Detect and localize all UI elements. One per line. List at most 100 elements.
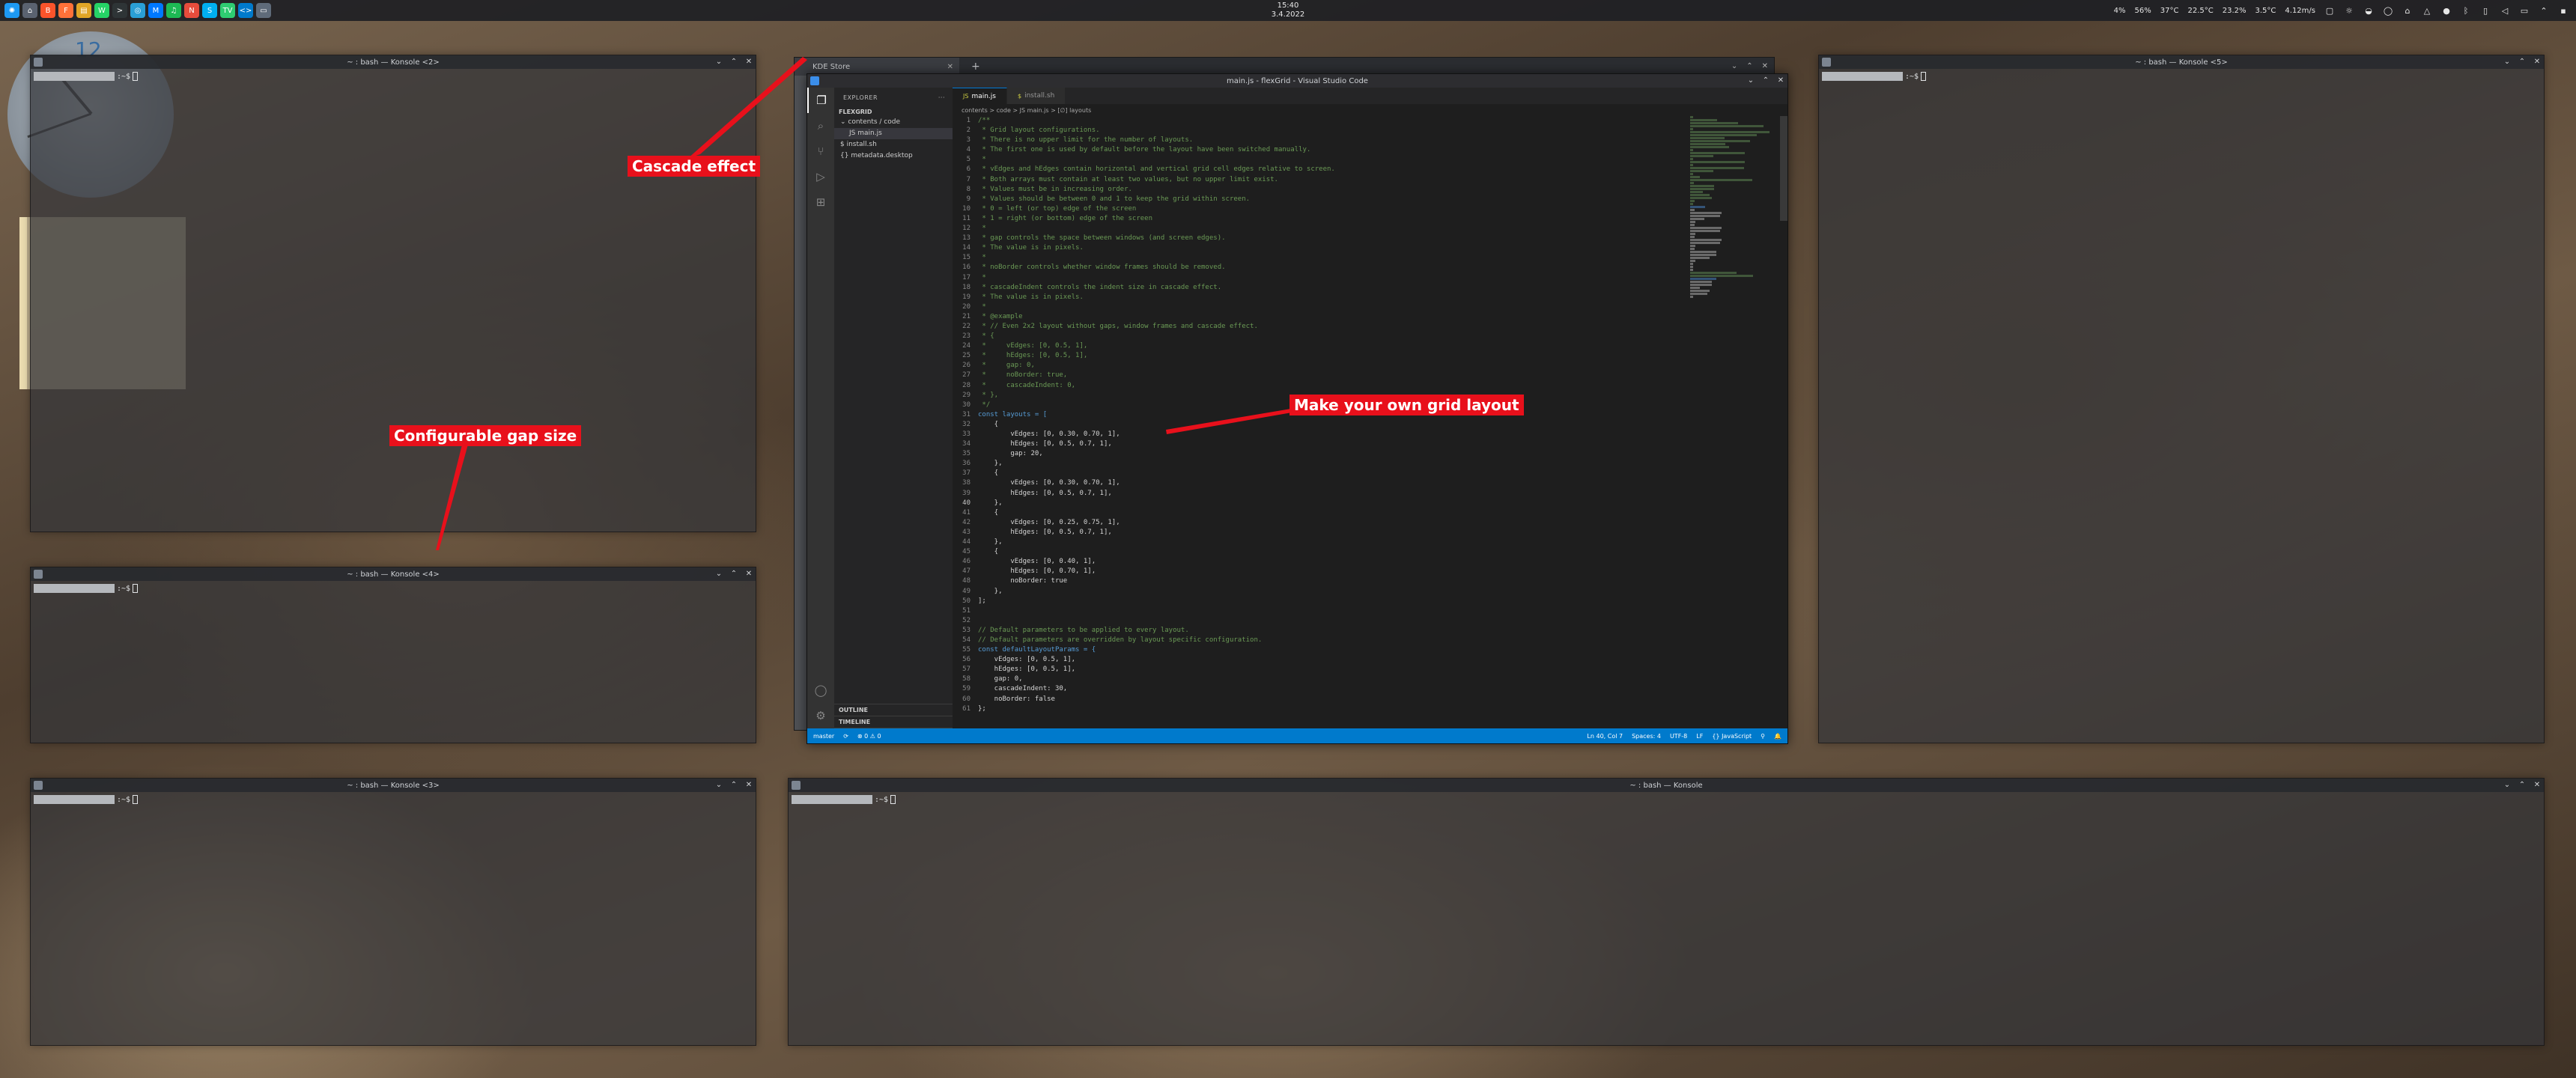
search-icon[interactable]: ⌕ [807, 113, 834, 138]
cpu-usage[interactable]: 4% [2114, 7, 2126, 15]
file-tree-item[interactable]: JS main.js [834, 128, 953, 139]
code-line[interactable]: 45 { [953, 547, 1690, 557]
status-item[interactable]: master [813, 733, 834, 740]
close-icon[interactable]: ✕ [2533, 58, 2541, 66]
code-line[interactable]: 57 hEdges: [0, 0.5, 1], [953, 665, 1690, 674]
titlebar[interactable]: ~ : bash — Konsole <4> ⌄ ⌃ ✕ [31, 567, 756, 581]
account-icon[interactable]: ◯ [807, 677, 834, 703]
code-line[interactable]: 58 gap: 0, [953, 674, 1690, 684]
code-line[interactable]: 10 * 0 = left (or top) edge of the scree… [953, 204, 1690, 214]
bulb-icon[interactable]: ◒ [2363, 5, 2374, 16]
code-line[interactable]: 44 }, [953, 538, 1690, 547]
window-task-icon[interactable]: ▭ [256, 3, 271, 18]
code-line[interactable]: 2 * Grid layout configurations. [953, 126, 1690, 135]
konsole-window-2[interactable]: ~ : bash — Konsole <2> ⌄ ⌃ ✕ :~$ [30, 55, 756, 532]
titlebar[interactable]: main.js - flexGrid - Visual Studio Code … [807, 74, 1787, 88]
tv-icon[interactable]: TV [220, 3, 235, 18]
code-line[interactable]: 3 * There is no upper limit for the numb… [953, 135, 1690, 145]
code-line[interactable]: 49 }, [953, 587, 1690, 597]
titlebar[interactable]: ~ : bash — Konsole <3> ⌄ ⌃ ✕ [31, 779, 756, 792]
code-line[interactable]: 56 vEdges: [0, 0.5, 1], [953, 655, 1690, 665]
bluetooth-icon[interactable]: ᛒ [2461, 5, 2471, 16]
minimize-icon[interactable]: ⌄ [2503, 782, 2511, 789]
editor-scrollbar[interactable] [1780, 116, 1787, 221]
close-icon[interactable]: ✕ [1777, 77, 1784, 85]
code-line[interactable]: 61}; [953, 704, 1690, 714]
maximize-icon[interactable]: ⌃ [730, 58, 738, 66]
code-line[interactable]: 40 }, [953, 499, 1690, 508]
code-line[interactable]: 18 * cascadeIndent controls the indent s… [953, 283, 1690, 293]
code-line[interactable]: 59 cascadeIndent: 30, [953, 684, 1690, 694]
extensions-icon[interactable]: ⊞ [807, 189, 834, 215]
code-line[interactable]: 55 const defaultLayoutParams = { [953, 645, 1690, 655]
vscode-icon[interactable] [810, 76, 819, 85]
code-line[interactable]: 36 }, [953, 459, 1690, 469]
new-tab-icon[interactable]: + [971, 61, 980, 73]
bell-icon[interactable]: △ [2422, 5, 2432, 16]
code-line[interactable]: 6 * vEdges and hEdges contain horizontal… [953, 165, 1690, 174]
terminal-icon[interactable]: > [112, 3, 127, 18]
desktop-icon[interactable]: ▪ [2558, 5, 2569, 16]
code-line[interactable]: 48 noBorder: true [953, 576, 1690, 586]
close-icon[interactable]: ✕ [1762, 62, 1768, 70]
code-line[interactable]: 4 * The first one is used by default bef… [953, 145, 1690, 155]
code-line[interactable]: 25 * hEdges: [0, 0.5, 1], [953, 351, 1690, 361]
code-line[interactable]: 12 * [953, 224, 1690, 234]
minimize-icon[interactable]: ⌄ [715, 782, 723, 789]
run-debug-icon[interactable]: ▷ [807, 164, 834, 189]
code-line[interactable]: 15 * [953, 253, 1690, 263]
code-line[interactable]: 54 // Default parameters are overridden b… [953, 636, 1690, 645]
code-line[interactable]: 17 * [953, 273, 1690, 283]
network-icon[interactable]: ⌂ [2402, 5, 2413, 16]
titlebar[interactable]: ~ : bash — Konsole <5> ⌄ ⌃ ✕ [1819, 55, 2544, 69]
terminal-body[interactable]: :~$ [1819, 69, 2544, 743]
display-icon[interactable]: ▭ [2519, 5, 2530, 16]
terminal-body[interactable]: :~$ [31, 581, 756, 743]
close-icon[interactable]: ✕ [2533, 782, 2541, 789]
maximize-icon[interactable]: ⌃ [2518, 782, 2526, 789]
code-line[interactable]: 22 * // Even 2x2 layout without gaps, wi… [953, 322, 1690, 332]
folder-heading[interactable]: FLEXGRID [834, 107, 953, 117]
status-item[interactable]: {} JavaScript [1712, 733, 1752, 740]
close-icon[interactable]: ✕ [745, 58, 753, 66]
code-line[interactable]: 1 /** [953, 116, 1690, 126]
code-line[interactable]: 24 * vEdges: [0, 0.5, 1], [953, 341, 1690, 351]
code-line[interactable]: 35 gap: 20, [953, 449, 1690, 459]
outdoor-temp[interactable]: 3.5°C [2255, 7, 2276, 15]
files-icon[interactable]: ❐ [807, 88, 834, 113]
maximize-icon[interactable]: ⌃ [2518, 58, 2526, 66]
code-line[interactable]: 13 * gap controls the space between wind… [953, 234, 1690, 243]
minimize-icon[interactable]: ⌄ [1731, 62, 1737, 70]
maximize-icon[interactable]: ⌃ [1762, 77, 1770, 85]
terminal-body[interactable]: :~$ [31, 69, 756, 532]
file-tree-item[interactable]: $ install.sh [834, 139, 953, 150]
konsole-window-main[interactable]: ~ : bash — Konsole ⌄ ⌃ ✕ :~$ [788, 778, 2545, 1046]
timeline-section[interactable]: TIMELINE [834, 716, 953, 728]
terminal-body[interactable]: :~$ [789, 792, 2544, 1045]
code-line[interactable]: 50]; [953, 597, 1690, 606]
more-actions-icon[interactable]: ··· [938, 94, 945, 107]
status-item[interactable]: ⚲ [1761, 733, 1765, 740]
konsole-window-5[interactable]: ~ : bash — Konsole <5> ⌄ ⌃ ✕ :~$ [1818, 55, 2545, 743]
breadcrumb[interactable]: contents > code > JS main.js > [∅] layou… [953, 104, 1787, 116]
status-item[interactable]: LF [1696, 733, 1703, 740]
code-line[interactable]: 14 * The value is in pixels. [953, 243, 1690, 253]
code-task-icon[interactable]: <> [238, 3, 253, 18]
panel-clock[interactable]: 15:40 3.4.2022 [1266, 1, 1310, 19]
window-menu-icon[interactable] [34, 58, 43, 67]
code-line[interactable]: 39 hEdges: [0, 0.5, 0.7, 1], [953, 489, 1690, 499]
minimap[interactable] [1690, 116, 1780, 728]
source-control-icon[interactable]: ⑂ [807, 138, 834, 164]
brave-icon[interactable]: B [40, 3, 55, 18]
konsole-window-3[interactable]: ~ : bash — Konsole <3> ⌄ ⌃ ✕ :~$ [30, 778, 756, 1046]
close-icon[interactable]: ✕ [745, 782, 753, 789]
code-line[interactable]: 28 * cascadeIndent: 0, [953, 381, 1690, 391]
code-line[interactable]: 8 * Values must be in increasing order. [953, 185, 1690, 195]
firefox-icon[interactable]: F [58, 3, 73, 18]
outline-section[interactable]: OUTLINE [834, 704, 953, 716]
skype-icon[interactable]: S [202, 3, 217, 18]
record-icon[interactable]: ● [2441, 5, 2452, 16]
code-line[interactable]: 32 { [953, 420, 1690, 430]
code-line[interactable]: 5 * [953, 155, 1690, 165]
minimize-icon[interactable]: ⌄ [715, 570, 723, 578]
